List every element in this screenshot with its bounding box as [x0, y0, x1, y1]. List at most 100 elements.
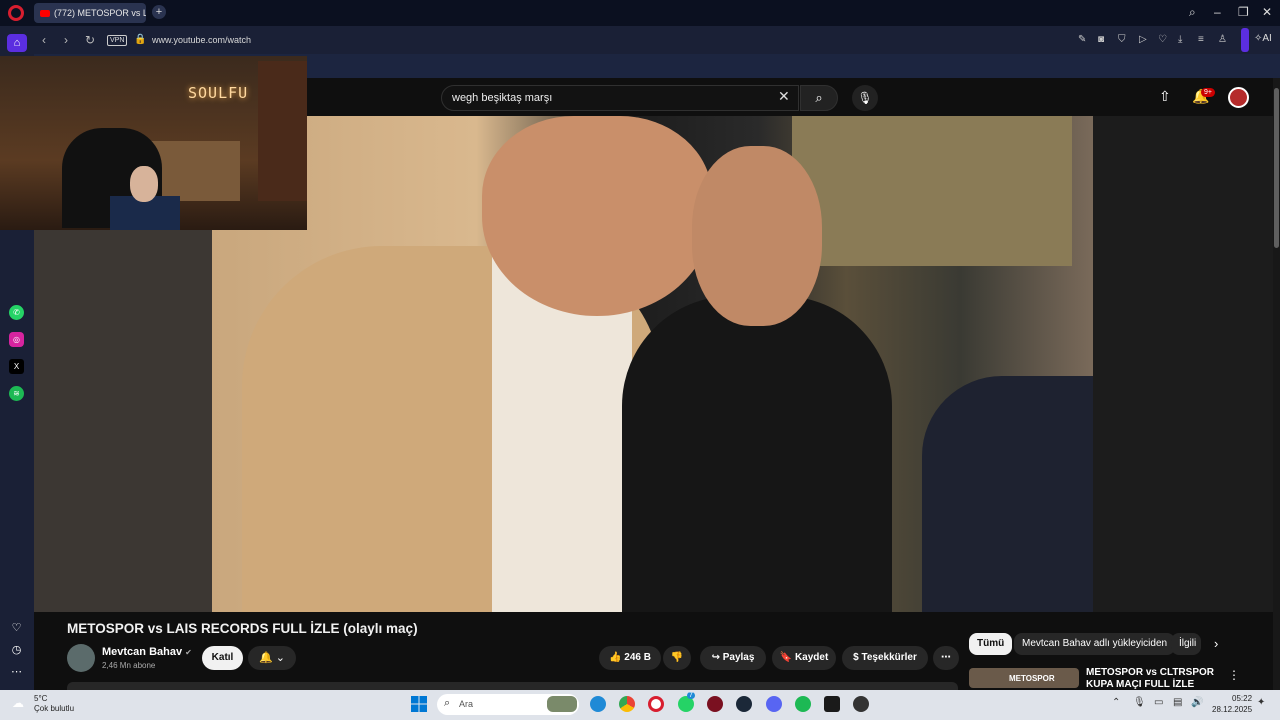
- recommended-title[interactable]: METOSPOR vs CLTRSPOR KUPA MAÇI FULL İZLE: [1086, 667, 1226, 689]
- bell-icon: 🔔: [259, 652, 273, 664]
- lock-icon[interactable]: 🔒: [134, 34, 146, 45]
- search-input[interactable]: wegh beşiktaş marşı: [441, 85, 799, 111]
- app-dark-icon[interactable]: [853, 696, 869, 712]
- microphone-icon[interactable]: 🎙: [852, 85, 878, 111]
- video-title: METOSPOR vs LAIS RECORDS FULL İZLE (olay…: [67, 621, 418, 636]
- description-box[interactable]: [67, 682, 958, 690]
- upload-icon[interactable]: ⇧: [1159, 88, 1171, 105]
- spotify-icon[interactable]: ≋: [9, 386, 24, 401]
- search-button[interactable]: ⌕: [800, 85, 838, 111]
- home-icon[interactable]: ⌂: [7, 34, 27, 52]
- sidebar-toggle[interactable]: [1241, 28, 1249, 52]
- chip-from-uploader[interactable]: Mevtcan Bahav adlı yükleyiciden: [1014, 633, 1176, 655]
- person-head-cap: [482, 116, 712, 316]
- ai-label: AI: [1262, 33, 1272, 44]
- video-letterbox-left: [34, 230, 212, 612]
- subscriber-count: 2,46 Mn abone: [102, 661, 156, 670]
- thanks-heart-icon: $: [853, 652, 859, 663]
- search-icon: ⌕: [815, 90, 823, 105]
- person-dark-jacket: [922, 376, 1093, 612]
- room-door: [258, 61, 307, 201]
- minimize-button[interactable]: –: [1214, 5, 1221, 19]
- chevron-down-icon: ⌄: [275, 652, 285, 664]
- close-window-button[interactable]: ✕: [1262, 5, 1272, 19]
- edit-icon[interactable]: ✎: [1078, 34, 1086, 45]
- person-black-tshirt: [622, 296, 892, 612]
- chip-related[interactable]: İlgili: [1171, 633, 1201, 655]
- opera-taskbar-icon[interactable]: [648, 696, 664, 712]
- subscription-bell-button[interactable]: 🔔 ⌄: [248, 646, 296, 670]
- bookmark-icon: 🔖: [779, 652, 793, 663]
- thanks-button[interactable]: $ Teşekkürler: [842, 646, 928, 670]
- edge-browser-icon[interactable]: [590, 696, 606, 712]
- tab-search-icon[interactable]: ⌕: [1189, 5, 1196, 20]
- browser-tab-active[interactable]: (772) METOSPOR vs L ×: [34, 3, 146, 23]
- menu-icon[interactable]: ≡: [1198, 34, 1204, 45]
- steam-icon[interactable]: [736, 696, 752, 712]
- play-icon[interactable]: ▷: [1139, 34, 1147, 45]
- join-button[interactable]: Katıl: [202, 646, 243, 670]
- terminal-app-icon[interactable]: [824, 696, 840, 712]
- opera-logo-icon[interactable]: [8, 5, 24, 21]
- reload-icon[interactable]: ↻: [85, 33, 95, 47]
- recommended-more-icon[interactable]: ⋮: [1228, 668, 1240, 682]
- notification-badge: 9+: [1201, 88, 1215, 97]
- browser-tab-bar: [0, 0, 1280, 26]
- clear-search-icon[interactable]: ✕: [778, 88, 790, 105]
- account-avatar[interactable]: [1228, 87, 1249, 108]
- like-button[interactable]: 👍 246 B: [599, 646, 661, 670]
- dislike-button[interactable]: 👎: [663, 646, 691, 670]
- video-player[interactable]: [212, 116, 1093, 612]
- save-button[interactable]: 🔖 Kaydet: [772, 646, 836, 670]
- tray-chevron-icon[interactable]: ⌃: [1112, 697, 1120, 708]
- whatsapp-icon[interactable]: ✆: [9, 305, 24, 320]
- youtube-favicon-icon: [40, 9, 50, 17]
- chip-all[interactable]: Tümü: [969, 633, 1013, 655]
- weather-widget[interactable]: 5°C Çok bulutlu: [34, 694, 74, 714]
- discord-icon[interactable]: [766, 696, 782, 712]
- network-icon[interactable]: ▤: [1173, 697, 1182, 708]
- maximize-button[interactable]: ❐: [1238, 5, 1249, 19]
- url-field[interactable]: www.youtube.com/watch: [152, 35, 251, 45]
- ai-button[interactable]: ✧AI: [1254, 33, 1272, 44]
- share-button[interactable]: ↪ Paylaş: [700, 646, 766, 670]
- shield-icon[interactable]: ⛉: [1118, 34, 1126, 45]
- taskbar-clock[interactable]: 05:22 28.12.2025: [1212, 693, 1252, 715]
- favorites-heart-icon[interactable]: ♡: [9, 621, 24, 636]
- volume-icon[interactable]: 🔊: [1191, 697, 1203, 708]
- forward-icon[interactable]: ›: [64, 33, 68, 47]
- taskbar-search-icon: ⌕: [444, 697, 451, 709]
- neon-sign: SOULFU: [188, 84, 249, 102]
- page-scrollbar[interactable]: [1273, 78, 1280, 690]
- windows-taskbar: [0, 690, 1280, 720]
- back-icon[interactable]: ‹: [42, 33, 46, 47]
- more-dots-icon[interactable]: ⋯: [9, 665, 24, 680]
- thumbnail-text: METOSPOR: [1009, 674, 1055, 683]
- chips-next-icon[interactable]: ›: [1214, 636, 1218, 651]
- channel-name[interactable]: Mevtcan Bahav ✔: [102, 646, 192, 658]
- tray-app-icon[interactable]: ▭: [1154, 697, 1163, 708]
- channel-avatar[interactable]: [67, 644, 95, 672]
- recommended-thumbnail[interactable]: METOSPOR: [969, 668, 1079, 688]
- more-horizontal-icon: ⋯: [941, 652, 951, 663]
- thumbs-up-icon: 👍: [609, 652, 622, 663]
- background-window: [792, 116, 1072, 266]
- x-twitter-icon[interactable]: X: [9, 359, 24, 374]
- camera-icon[interactable]: ◙: [1098, 34, 1104, 45]
- spotify-taskbar-icon[interactable]: [795, 696, 811, 712]
- instagram-icon[interactable]: ◎: [9, 332, 24, 347]
- heart-icon[interactable]: ♡: [1158, 34, 1167, 45]
- app-red-icon[interactable]: [707, 696, 723, 712]
- notification-center-icon[interactable]: ✦: [1257, 697, 1265, 708]
- download-icon[interactable]: ⤓: [1178, 34, 1182, 45]
- vpn-badge[interactable]: VPN: [107, 35, 128, 46]
- tray-mic-icon[interactable]: 🎙: [1133, 697, 1146, 708]
- video-letterbox-right: [1093, 116, 1273, 612]
- windows-start-icon[interactable]: [411, 696, 427, 712]
- new-tab-button[interactable]: +: [152, 5, 166, 19]
- history-clock-icon[interactable]: ◷: [9, 643, 24, 658]
- profile-icon[interactable]: ♙: [1218, 34, 1227, 45]
- more-actions-button[interactable]: ⋯: [933, 646, 959, 670]
- scrollbar-thumb[interactable]: [1274, 88, 1279, 248]
- chrome-icon[interactable]: [619, 696, 635, 712]
